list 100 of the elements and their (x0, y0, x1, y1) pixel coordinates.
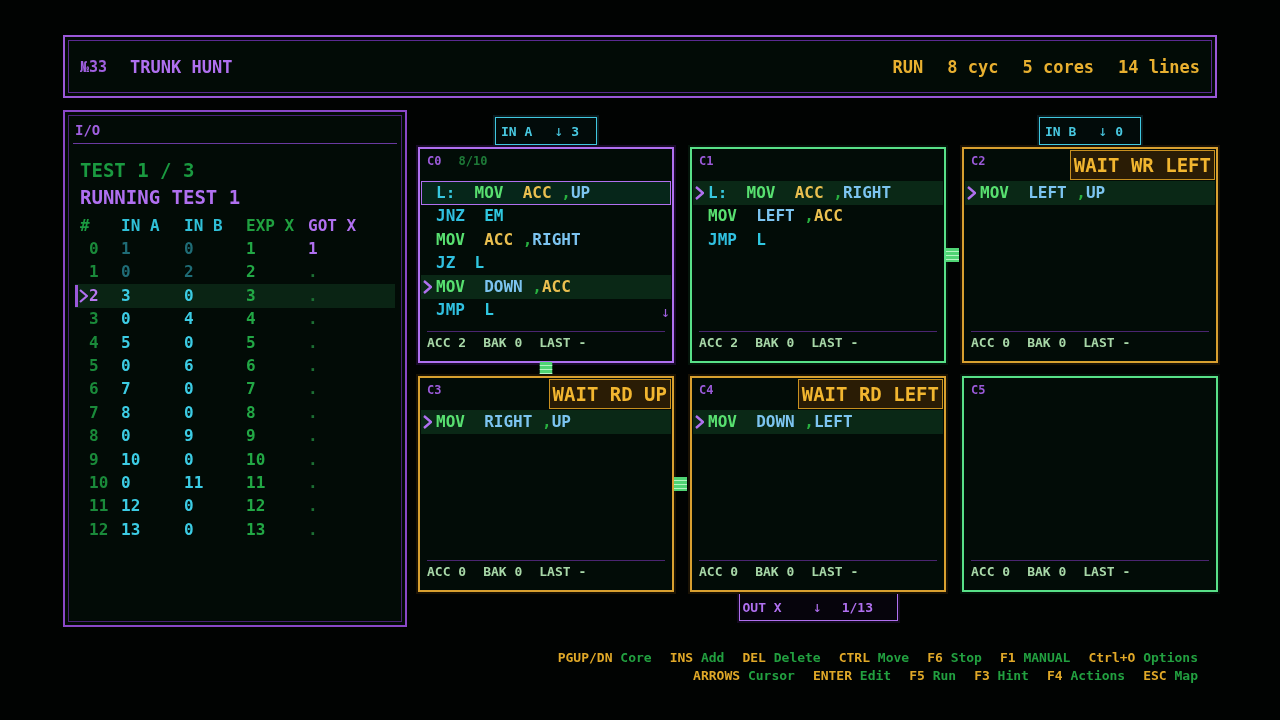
table-cell: 8 (246, 403, 256, 422)
table-cell: 0 (121, 310, 131, 329)
table-cell: 12 (89, 520, 109, 539)
column-header: IN A (121, 216, 161, 235)
register-readout: ACC 2 (699, 336, 739, 350)
code-line: JMP L (436, 301, 494, 320)
register-readout: BAK 0 (1027, 565, 1067, 579)
register-readout: BAK 0 (483, 565, 523, 579)
panel-title: I/O (75, 122, 101, 138)
code-line: MOV ACC ,RIGHT (436, 230, 581, 249)
chevron-icon (423, 279, 432, 294)
register-readout: ACC 0 (971, 565, 1011, 579)
table-cell: 0 (184, 497, 194, 516)
register-readout: LAST - (811, 565, 859, 579)
shortcut-hint: INS Add (669, 649, 725, 665)
table-cell: . (308, 403, 318, 422)
table-cell: 1 (308, 240, 318, 259)
level-title: TRUNK HUNT (130, 56, 233, 77)
table-cell: 10 (246, 450, 266, 469)
table-cell: 0 (121, 263, 131, 282)
register-readout: BAK 0 (755, 565, 795, 579)
register-readout: BAK 0 (755, 336, 795, 350)
table-cell: 4 (246, 310, 256, 329)
table-cell: 4 (184, 310, 194, 329)
code-line: MOV LEFT ,UP (980, 183, 1106, 202)
table-cell: 10 (89, 474, 109, 492)
chevron-icon (967, 185, 976, 200)
shortcut-hint: DEL Delete (742, 649, 821, 665)
chevron-icon (695, 414, 704, 429)
table-cell: 13 (121, 520, 141, 539)
table-cell: . (308, 263, 318, 282)
code-line: JZ L (436, 254, 485, 273)
status-badge: WAIT WR LEFT (1069, 150, 1215, 180)
port-label: IN A (501, 123, 533, 139)
register-readout: ACC 0 (427, 565, 467, 579)
shortcut-hint: F3 Hint (974, 667, 1029, 683)
table-cell: 1 (246, 240, 256, 259)
code-line: JNZ EM (436, 207, 504, 226)
header-stat: 14 lines (1118, 56, 1200, 77)
register-readout: LAST - (539, 565, 587, 579)
code-line: L: MOV ACC ,UP (436, 183, 591, 202)
register-readout: LAST - (811, 336, 859, 350)
table-cell: 10 (121, 450, 141, 469)
table-cell: 2 (89, 286, 99, 305)
column-header: EXP X (246, 216, 296, 235)
table-cell: 3 (89, 310, 99, 329)
register-readout: ACC 0 (699, 565, 739, 579)
shortcut-hint: F6 Stop (927, 649, 982, 665)
column-header: IN B (184, 216, 224, 235)
table-cell: 13 (246, 520, 266, 539)
table-cell: 3 (246, 286, 256, 305)
table-cell: 11 (89, 497, 109, 516)
table-cell: 7 (89, 403, 99, 422)
table-cell: . (308, 427, 318, 446)
status-badge: WAIT RD LEFT (797, 379, 943, 409)
table-cell: . (308, 310, 318, 329)
register-readout: LAST - (1083, 565, 1131, 579)
column-header: # (79, 216, 91, 235)
table-cell: 4 (89, 333, 99, 352)
code-line: MOV DOWN ,LEFT (708, 412, 853, 431)
register-readout: ACC 2 (427, 336, 467, 350)
table-cell: . (308, 333, 318, 352)
core-label: C0 (427, 154, 442, 168)
table-cell: . (308, 520, 318, 539)
table-cell: 11 (184, 474, 204, 492)
port-label: IN B (1045, 123, 1077, 139)
header-stat: 8 cyc (947, 56, 999, 77)
table-cell: 5 (121, 333, 131, 352)
table-cell: 0 (184, 520, 194, 539)
register-readout: LAST - (539, 336, 587, 350)
test-counter: TEST 1 / 3 (80, 159, 195, 181)
column-header: GOT X (308, 216, 358, 235)
shortcut-hint: ESC Map (1143, 667, 1198, 683)
register-readout: ACC 0 (971, 336, 1011, 350)
table-cell: 5 (89, 357, 99, 376)
table-cell: 0 (184, 333, 194, 352)
table-cell: . (308, 380, 318, 399)
core-label: C2 (971, 154, 986, 168)
shortcut-hint: Ctrl+O Options (1088, 649, 1198, 665)
table-cell: 0 (184, 286, 194, 305)
table-cell: 9 (184, 427, 194, 446)
table-cell: 1 (121, 240, 131, 259)
table-cell: 0 (121, 357, 131, 376)
port-direction-arrow: ↓ (1098, 123, 1108, 139)
scroll-hint: ↓ (660, 303, 670, 321)
register-readout: LAST - (1083, 336, 1131, 350)
chevron-icon (423, 414, 432, 429)
shortcut-hint: CTRL Move (838, 649, 910, 665)
table-cell: 6 (246, 357, 256, 376)
table-cell: 5 (246, 333, 256, 352)
table-cell: 0 (184, 240, 194, 259)
shortcut-hint: ENTER Edit (812, 667, 892, 683)
table-cell: 1 (89, 263, 99, 282)
port-value: 0 (1115, 123, 1124, 139)
table-cell: 6 (89, 380, 99, 399)
header-stat: 5 cores (1022, 56, 1095, 77)
shortcut-hint: F4 Actions (1046, 667, 1126, 683)
port-value: 3 (571, 123, 580, 139)
status-badge: WAIT RD UP (548, 379, 671, 409)
core-label: C4 (699, 383, 714, 397)
